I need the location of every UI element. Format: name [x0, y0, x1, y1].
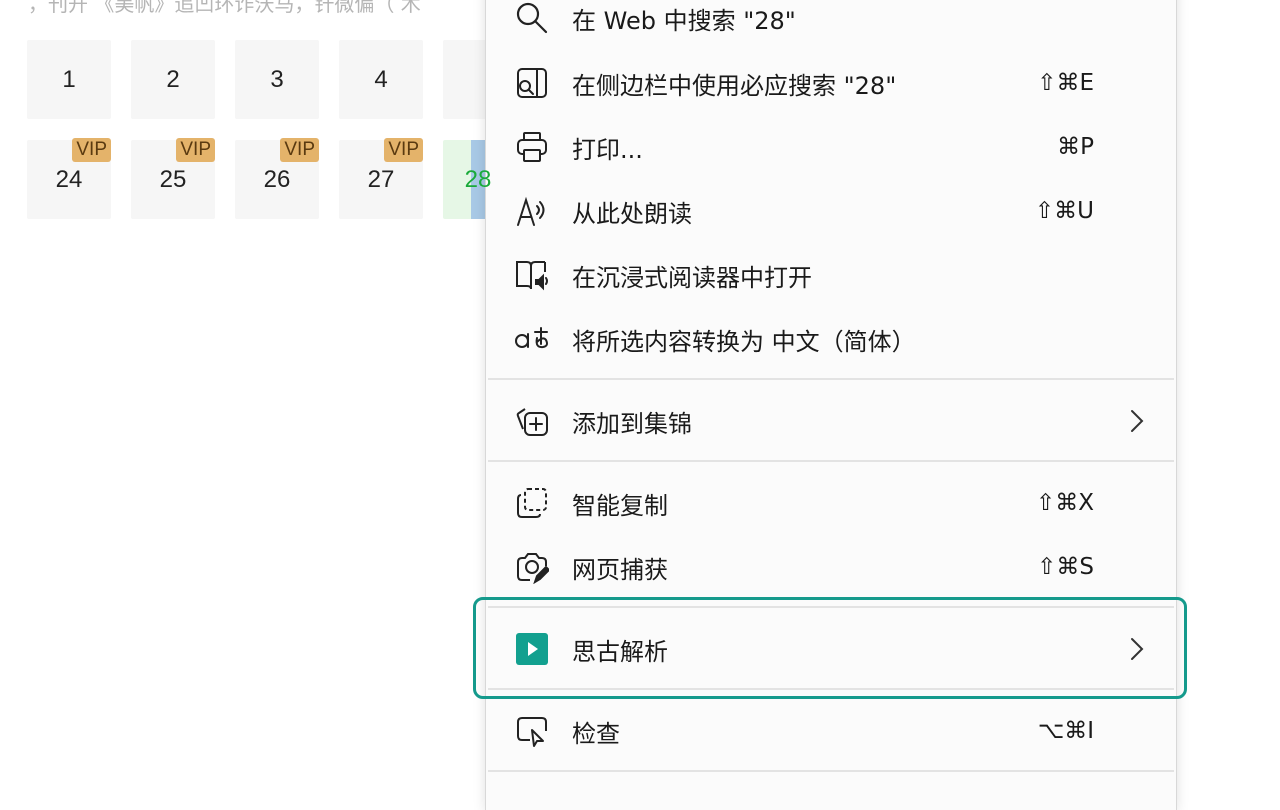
menu-item-shortcut: ⇧⌘E [1037, 70, 1094, 96]
episode-number: 26 [263, 165, 291, 193]
web-capture-icon [512, 547, 552, 587]
read-aloud-icon [512, 191, 552, 231]
menu-item-label: 智能复制 [572, 491, 668, 520]
menu-item-label: 将所选内容转换为 中文（简体） [572, 327, 916, 356]
menu-item-shortcut: ⇧⌘U [1034, 198, 1094, 224]
search-icon [512, 0, 552, 38]
menu-item-shortcut: ⇧⌘X [1035, 490, 1094, 516]
play-icon [512, 629, 552, 669]
menu-item-label: 网页捕获 [572, 555, 668, 584]
context-menu: 在 Web 中搜索 "28" 在侧边栏中使用必应搜索 "28" ⇧⌘E 打印..… [485, 0, 1177, 810]
menu-item-smart-copy[interactable]: 智能复制 ⇧⌘X [486, 475, 1176, 531]
episode-4[interactable]: 4 [339, 40, 423, 119]
menu-item-label: 思古解析 [572, 637, 668, 666]
menu-item-label: 在侧边栏中使用必应搜索 "28" [572, 71, 897, 100]
menu-separator [488, 770, 1174, 772]
menu-item-label: 检查 [572, 719, 620, 748]
episode-number: 27 [367, 165, 395, 193]
episode-number: 1 [62, 65, 76, 93]
episode-number: 4 [374, 65, 388, 93]
menu-item-read-aloud[interactable]: 从此处朗读 ⇧⌘U [486, 183, 1176, 239]
menu-item-label: 从此处朗读 [572, 199, 692, 228]
menu-separator [488, 688, 1174, 690]
episode-2[interactable]: 2 [131, 40, 215, 119]
vip-badge: VIP [72, 138, 111, 162]
vip-badge: VIP [384, 138, 423, 162]
sidebar-search-icon [512, 63, 552, 103]
menu-separator [488, 378, 1174, 380]
episode-number: 25 [159, 165, 187, 193]
menu-item-translate[interactable]: 将所选内容转换为 中文（简体） [486, 311, 1176, 367]
menu-item-sidebar-search[interactable]: 在侧边栏中使用必应搜索 "28" ⇧⌘E [486, 55, 1176, 111]
smart-copy-icon [512, 483, 552, 523]
menu-item-immersive-reader[interactable]: 在沉浸式阅读器中打开 [486, 247, 1176, 303]
episode-27[interactable]: 27 VIP [339, 138, 423, 219]
menu-item-label: 添加到集锦 [572, 409, 692, 438]
episode-24[interactable]: 24 VIP [27, 138, 111, 219]
inspect-icon [512, 711, 552, 751]
vip-badge: VIP [176, 138, 215, 162]
menu-separator [488, 460, 1174, 462]
menu-item-inspect[interactable]: 检查 ⌥⌘I [486, 703, 1176, 759]
episode-1[interactable]: 1 [27, 40, 111, 119]
page-intro-text: ，刊开 《美帆》追凹环诈沃马，钎微偏（ 木 [28, 0, 421, 16]
chevron-right-icon [1126, 407, 1146, 435]
menu-item-shortcut: ⌥⌘I [1037, 718, 1094, 744]
episode-25[interactable]: 25 VIP [131, 138, 215, 219]
menu-item-add-to-collections[interactable]: 添加到集锦 [486, 393, 1176, 449]
chevron-right-icon [1126, 635, 1146, 663]
menu-separator [488, 606, 1174, 608]
vip-badge: VIP [280, 138, 319, 162]
menu-item-sigu-analysis[interactable]: 思古解析 [486, 621, 1176, 677]
translate-icon [512, 319, 552, 359]
episode-number: 3 [270, 65, 284, 93]
menu-item-search-web[interactable]: 在 Web 中搜索 "28" [486, 0, 1176, 46]
printer-icon [512, 127, 552, 167]
episode-number: 24 [55, 165, 83, 193]
episode-number: 2 [166, 65, 180, 93]
menu-item-shortcut: ⌘P [1057, 134, 1094, 160]
menu-item-web-capture[interactable]: 网页捕获 ⇧⌘S [486, 539, 1176, 595]
episode-number: 28 [464, 165, 492, 193]
menu-item-label: 在 Web 中搜索 "28" [572, 6, 796, 35]
episode-3[interactable]: 3 [235, 40, 319, 119]
menu-item-print[interactable]: 打印... ⌘P [486, 119, 1176, 175]
menu-item-label: 打印... [572, 135, 643, 164]
immersive-reader-icon [512, 255, 552, 295]
episode-26[interactable]: 26 VIP [235, 138, 319, 219]
menu-item-shortcut: ⇧⌘S [1037, 554, 1094, 580]
menu-item-label: 在沉浸式阅读器中打开 [572, 263, 812, 292]
collections-icon [512, 401, 552, 441]
